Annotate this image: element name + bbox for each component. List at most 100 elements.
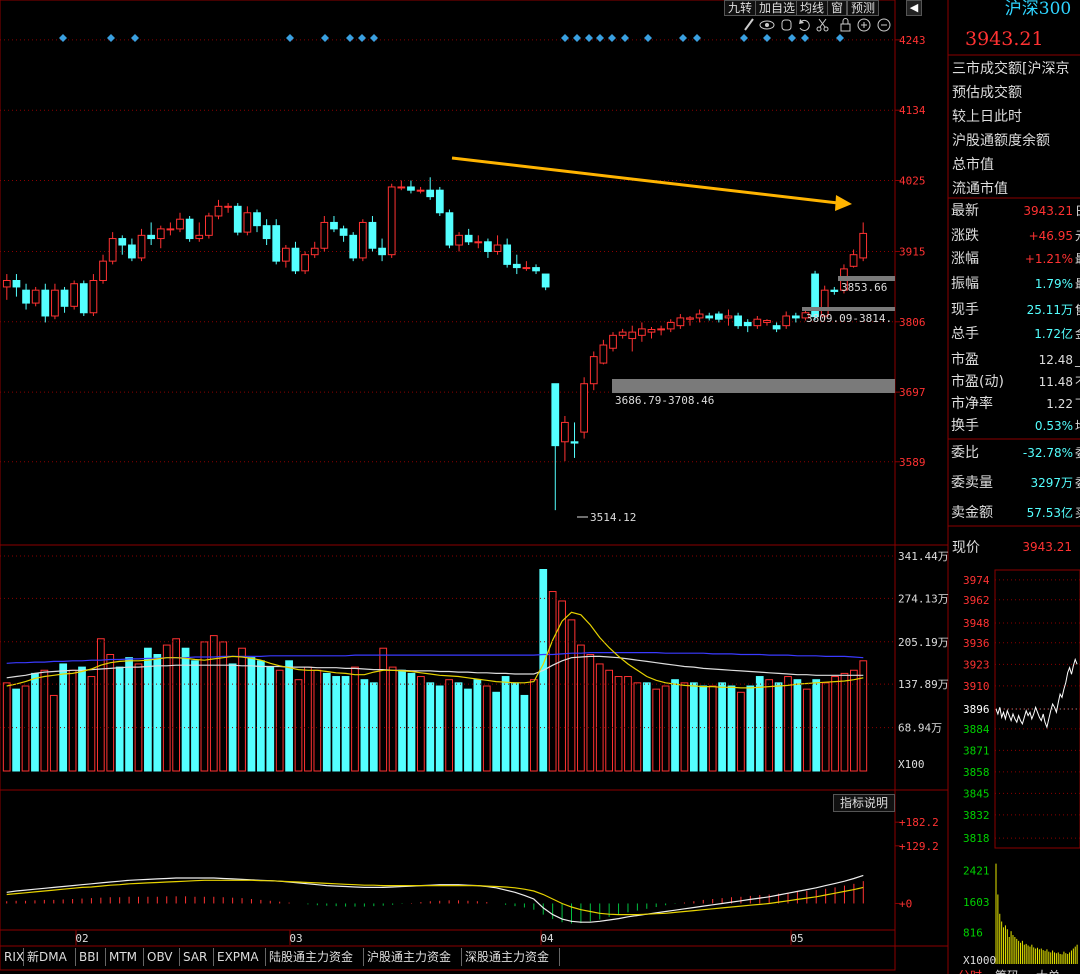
volume-tick-label: 205.19万 — [898, 636, 949, 649]
candle-body — [368, 221, 377, 249]
predict-button[interactable]: 预测 — [847, 0, 880, 16]
intraday-tick-label: 3871 — [963, 744, 990, 757]
candle-body — [156, 228, 165, 240]
candle-body — [291, 247, 300, 272]
intraday-tab[interactable]: 大单 — [1036, 969, 1060, 974]
volume-bar — [454, 682, 463, 772]
volume-bar — [765, 679, 774, 772]
indicator-tab[interactable]: EXPMA — [213, 948, 266, 966]
pencil-icon[interactable] — [744, 18, 754, 31]
quote-value-tail: 售 — [1075, 302, 1080, 317]
candle-body — [330, 221, 338, 230]
candlesticks[interactable] — [2, 177, 868, 511]
candle-body — [310, 247, 319, 256]
volume-bar — [332, 676, 341, 772]
intraday-tab[interactable]: 分时 — [958, 969, 982, 974]
volume-bar — [125, 657, 133, 772]
quote-label: 市盈 — [951, 351, 979, 368]
candle-body — [185, 218, 194, 240]
indicator-tab[interactable]: OBV — [143, 948, 180, 966]
close-panel-icon[interactable]: ◀ — [906, 0, 922, 16]
x-axis-label: 02 — [75, 932, 88, 945]
intraday-tick-label: 3936 — [963, 637, 990, 650]
x-axis-label: 05 — [790, 932, 803, 945]
event-marker-icon — [596, 34, 604, 42]
lock-icon[interactable] — [840, 18, 851, 32]
volume-bar — [266, 666, 275, 772]
volume-tick-label: 68.94万 — [898, 722, 942, 735]
eye-icon[interactable] — [759, 20, 775, 30]
quote-label: 最新 — [951, 203, 979, 219]
volume-bar — [511, 682, 519, 772]
hand-icon[interactable] — [781, 19, 792, 31]
volume-bar — [577, 644, 585, 772]
chart-border — [0, 0, 896, 971]
indicator-tab[interactable]: 沪股通主力资金 — [363, 948, 462, 966]
event-marker-icon — [59, 34, 67, 42]
candle-body — [416, 189, 425, 192]
event-marker-icon — [679, 34, 687, 42]
indicator-tab[interactable]: MTM — [105, 948, 144, 966]
volume-bar — [407, 672, 416, 772]
candle-body — [743, 321, 752, 327]
volume-bar — [661, 685, 670, 772]
undo-icon[interactable] — [799, 19, 810, 31]
candle-body — [734, 315, 742, 327]
indicator-tab[interactable]: 陆股通主力资金 — [265, 948, 364, 966]
intraday-chart[interactable]: 3974 3962 3948 3936 3923 3910 3896 3884 3871 3858… — [958, 569, 1080, 974]
zoom-in-icon[interactable] — [857, 18, 871, 32]
price-tick-label: 4025 — [899, 175, 926, 188]
candle-body — [628, 331, 637, 340]
indicator-tab[interactable]: 深股通主力资金 — [461, 948, 560, 966]
intraday-volume-tick-label: X1000 — [963, 954, 996, 967]
event-marker-icon — [561, 34, 569, 42]
quote-value-tail: 元 — [1075, 229, 1080, 243]
volume-bar — [285, 660, 293, 772]
x-axis-label: 03 — [289, 932, 302, 945]
candle-body — [561, 421, 569, 443]
volume-bar — [360, 679, 369, 772]
volume-bar — [12, 688, 20, 772]
candle-body — [301, 254, 309, 272]
volume-bar — [2, 682, 11, 772]
candle-body — [378, 247, 386, 256]
intraday-tick-label: 3845 — [963, 787, 990, 800]
scissors-icon[interactable] — [816, 18, 829, 32]
gap-box — [612, 379, 895, 393]
indicator-tab[interactable]: RIX — [0, 948, 24, 966]
volume-bar — [850, 669, 858, 772]
indicator-tab[interactable]: SAR — [179, 948, 214, 966]
candle-body — [205, 215, 213, 236]
sidebar-info-label: 沪股通额度余额 — [952, 132, 1050, 149]
volume-bar — [529, 679, 538, 772]
quote-label: 委卖量 — [951, 475, 993, 491]
volume-bar — [78, 666, 86, 772]
add-favorite-button[interactable]: 加自选 — [755, 0, 800, 16]
gap-label: 3853.66 — [841, 281, 887, 294]
candle-body — [859, 232, 868, 259]
trend-arrow[interactable] — [451, 156, 852, 211]
volume-tick-label: 341.44万 — [898, 550, 949, 563]
moving-average-button[interactable]: 均线 — [796, 0, 829, 16]
volume-bar — [21, 685, 30, 772]
zoom-out-icon[interactable] — [877, 18, 891, 32]
intraday-tab[interactable]: 筹码 — [995, 969, 1019, 974]
indicator-help-button[interactable]: 指标说明 — [833, 794, 895, 812]
volume-bar — [746, 685, 755, 772]
volume-bar — [228, 663, 237, 772]
volume-bar — [209, 635, 218, 772]
volume-bar — [464, 688, 472, 772]
candle-body — [445, 212, 454, 246]
candle-body — [695, 313, 704, 319]
volume-bar — [153, 654, 162, 772]
indicator-tab[interactable]: BBI — [75, 948, 106, 966]
gap-label: 3686.79-3708.46 — [615, 394, 714, 407]
jiuzhuan-button[interactable]: 九转 — [724, 0, 757, 16]
window-button[interactable]: 窗 — [827, 0, 848, 16]
volume-bar — [492, 691, 501, 772]
intraday-tick-label: 3923 — [963, 658, 990, 671]
indicator-tab[interactable]: 新DMA — [23, 948, 76, 966]
event-markers[interactable] — [59, 34, 844, 42]
quote-value-tail: 最 — [1075, 277, 1080, 291]
intraday-volume-tick-label: 2421 — [963, 864, 990, 877]
